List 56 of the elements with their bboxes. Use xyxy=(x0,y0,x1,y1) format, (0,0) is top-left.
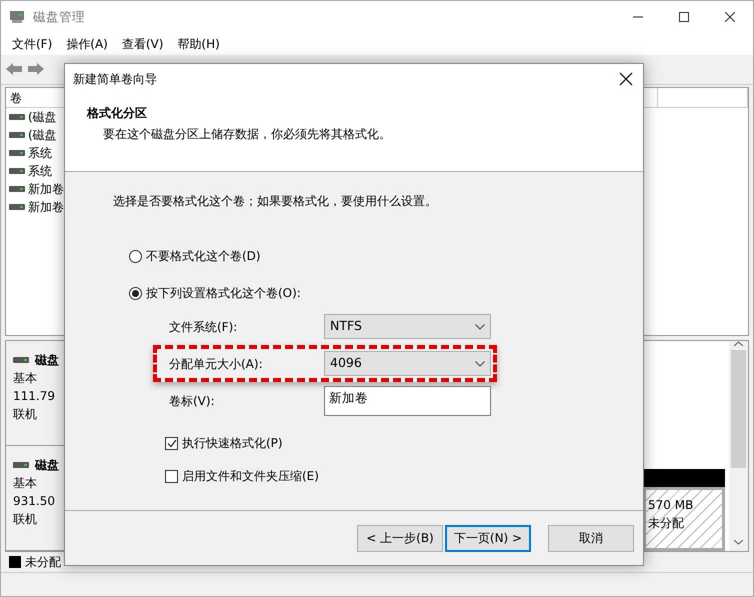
radio-button[interactable] xyxy=(129,250,142,262)
checkbox-label: 启用文件和文件夹压缩(E) xyxy=(182,468,319,485)
disk-size: 931.50 xyxy=(13,493,56,510)
chevron-down-icon xyxy=(475,360,485,366)
checkbox[interactable] xyxy=(165,470,178,482)
radio-label: 按下列设置格式化这个卷(O): xyxy=(146,285,301,302)
next-button[interactable]: 下一页(N) > xyxy=(445,524,531,552)
checkbox[interactable] xyxy=(165,436,178,450)
menu-item[interactable]: 帮助(H) xyxy=(170,34,227,53)
menu-item[interactable]: 文件(F) xyxy=(5,34,60,53)
text-field[interactable]: 新加卷 xyxy=(324,386,491,416)
section-heading: 格式化分区 xyxy=(87,105,148,122)
disk-management-icon xyxy=(9,10,25,24)
field-label: 卷标(V): xyxy=(169,393,216,410)
scroll-up-icon[interactable] xyxy=(734,341,743,348)
disk-size: 111.79 xyxy=(13,388,56,406)
disk-name: 磁盘 xyxy=(35,352,59,370)
field-label: 分配单元大小(A): xyxy=(169,356,264,372)
checkbox-label: 执行快速格式化(P) xyxy=(182,435,283,452)
forward-arrow-icon[interactable] xyxy=(27,61,45,78)
dropdown[interactable]: 4096 xyxy=(324,351,491,376)
volume-name[interactable]: 系统 xyxy=(28,162,52,180)
legend-label: 未分配 xyxy=(25,554,61,572)
volume-name[interactable]: (磁盘 xyxy=(28,108,57,126)
partition-status: 未分配 xyxy=(648,515,685,532)
scrollbar-thumb[interactable] xyxy=(731,350,746,468)
window-title: 磁盘管理 xyxy=(33,8,85,26)
close-icon[interactable] xyxy=(725,12,735,22)
close-icon[interactable] xyxy=(619,72,633,86)
radio-button[interactable] xyxy=(129,286,142,300)
volume-name[interactable]: 新加卷 xyxy=(28,198,64,216)
scrollbar[interactable] xyxy=(729,341,748,552)
volume-name[interactable]: (磁盘 xyxy=(28,126,57,144)
back-arrow-icon[interactable] xyxy=(5,61,23,78)
disk-status: 联机 xyxy=(13,511,38,528)
disk-type: 基本 xyxy=(13,475,38,492)
chevron-down-icon xyxy=(475,324,485,330)
cancel-button[interactable]: 取消 xyxy=(548,524,634,552)
disk-type: 基本 xyxy=(13,370,38,388)
instruction-text: 选择是否要格式化这个卷；如果要格式化，要使用什么设置。 xyxy=(113,193,438,210)
disk-status: 联机 xyxy=(13,406,38,424)
partition-block[interactable]: 570 MB 未分配 xyxy=(643,487,725,552)
volume-name[interactable]: 系统 xyxy=(28,144,52,162)
menu-item[interactable]: 查看(V) xyxy=(114,34,170,53)
partition-size: 570 MB xyxy=(648,497,694,514)
disk-name: 磁盘 xyxy=(35,457,59,474)
back-button[interactable]: < 上一步(B) xyxy=(357,524,443,552)
dialog-title: 新建简单卷向导 xyxy=(73,71,157,88)
field-label: 文件系统(F): xyxy=(169,318,238,336)
menu-item[interactable]: 操作(A) xyxy=(59,34,115,53)
volume-name[interactable]: 新加卷 xyxy=(28,180,64,198)
dropdown[interactable]: NTFS xyxy=(324,314,491,339)
maximize-icon[interactable] xyxy=(679,12,689,22)
scroll-down-icon[interactable] xyxy=(734,539,743,546)
section-description: 要在这个磁盘分区上储存数据，你必须先将其格式化。 xyxy=(102,126,392,143)
radio-label: 不要格式化这个卷(D) xyxy=(146,248,261,265)
